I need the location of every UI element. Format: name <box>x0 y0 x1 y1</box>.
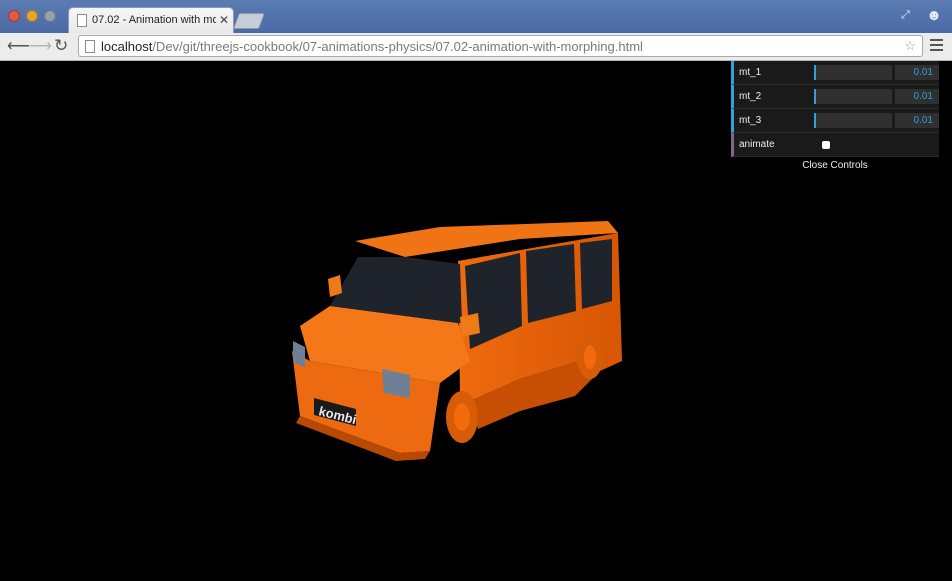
mt1-number-input[interactable]: 0.01 <box>895 65 939 80</box>
zoom-window-button[interactable] <box>44 10 56 22</box>
forward-arrow-icon[interactable]: ⟶ <box>29 36 52 56</box>
control-label: mt_1 <box>739 67 762 78</box>
close-window-button[interactable] <box>8 10 20 22</box>
tab-title: 07.02 - Animation with morphing <box>92 14 216 26</box>
incognito-profile-icon[interactable]: ☻ <box>925 6 943 26</box>
mt2-number-input[interactable]: 0.01 <box>895 89 939 104</box>
control-label: mt_3 <box>739 115 762 126</box>
browser-toolbar: ⟵ ⟶ ↻ localhost/Dev/git/threejs-cookbook… <box>0 33 952 61</box>
close-controls-button[interactable]: Close Controls <box>731 157 939 177</box>
fullscreen-icon[interactable]: ⤢ <box>901 9 910 22</box>
van-mirror <box>460 313 480 337</box>
mt3-slider[interactable] <box>814 113 892 128</box>
url-text: localhost/Dev/git/threejs-cookbook/07-an… <box>101 39 643 54</box>
page-icon <box>77 14 87 27</box>
van-window-2 <box>526 244 576 323</box>
close-tab-icon[interactable]: ✕ <box>219 13 229 27</box>
mt1-slider[interactable] <box>814 65 892 80</box>
mt2-slider[interactable] <box>814 89 892 104</box>
animate-label: animate <box>739 139 775 150</box>
url-path: /Dev/git/threejs-cookbook/07-animations-… <box>152 39 643 54</box>
new-tab-button[interactable] <box>233 13 265 29</box>
control-row: mt_3 0.01 <box>731 109 939 133</box>
document-icon <box>85 40 95 53</box>
browser-titlebar: 07.02 - Animation with morphing ✕ ⤢ ☻ <box>0 0 952 33</box>
minimize-window-button[interactable] <box>26 10 38 22</box>
slider-fill <box>814 113 816 128</box>
control-label: mt_2 <box>739 91 762 102</box>
menu-icon[interactable] <box>930 39 943 54</box>
control-row: mt_2 0.01 <box>731 85 939 109</box>
van-wheel-rear-hub <box>584 345 596 369</box>
van-window-3 <box>580 239 612 309</box>
browser-tab[interactable]: 07.02 - Animation with morphing ✕ <box>68 7 234 33</box>
controls-panel: mt_1 0.01 mt_2 0.01 mt_3 0.01 animate Cl… <box>731 61 939 177</box>
animate-row: animate <box>731 133 939 157</box>
bookmark-star-icon[interactable]: ☆ <box>904 38 916 54</box>
control-row: mt_1 0.01 <box>731 61 939 85</box>
address-bar[interactable]: localhost/Dev/git/threejs-cookbook/07-an… <box>78 35 923 57</box>
back-arrow-icon[interactable]: ⟵ <box>7 36 30 56</box>
mt3-number-input[interactable]: 0.01 <box>895 113 939 128</box>
url-host: localhost <box>101 39 153 54</box>
slider-fill <box>814 65 816 80</box>
slider-fill <box>814 89 816 104</box>
animate-checkbox[interactable] <box>822 141 830 149</box>
van-wheel-front-hub <box>454 403 470 431</box>
reload-icon[interactable]: ↻ <box>54 36 68 56</box>
